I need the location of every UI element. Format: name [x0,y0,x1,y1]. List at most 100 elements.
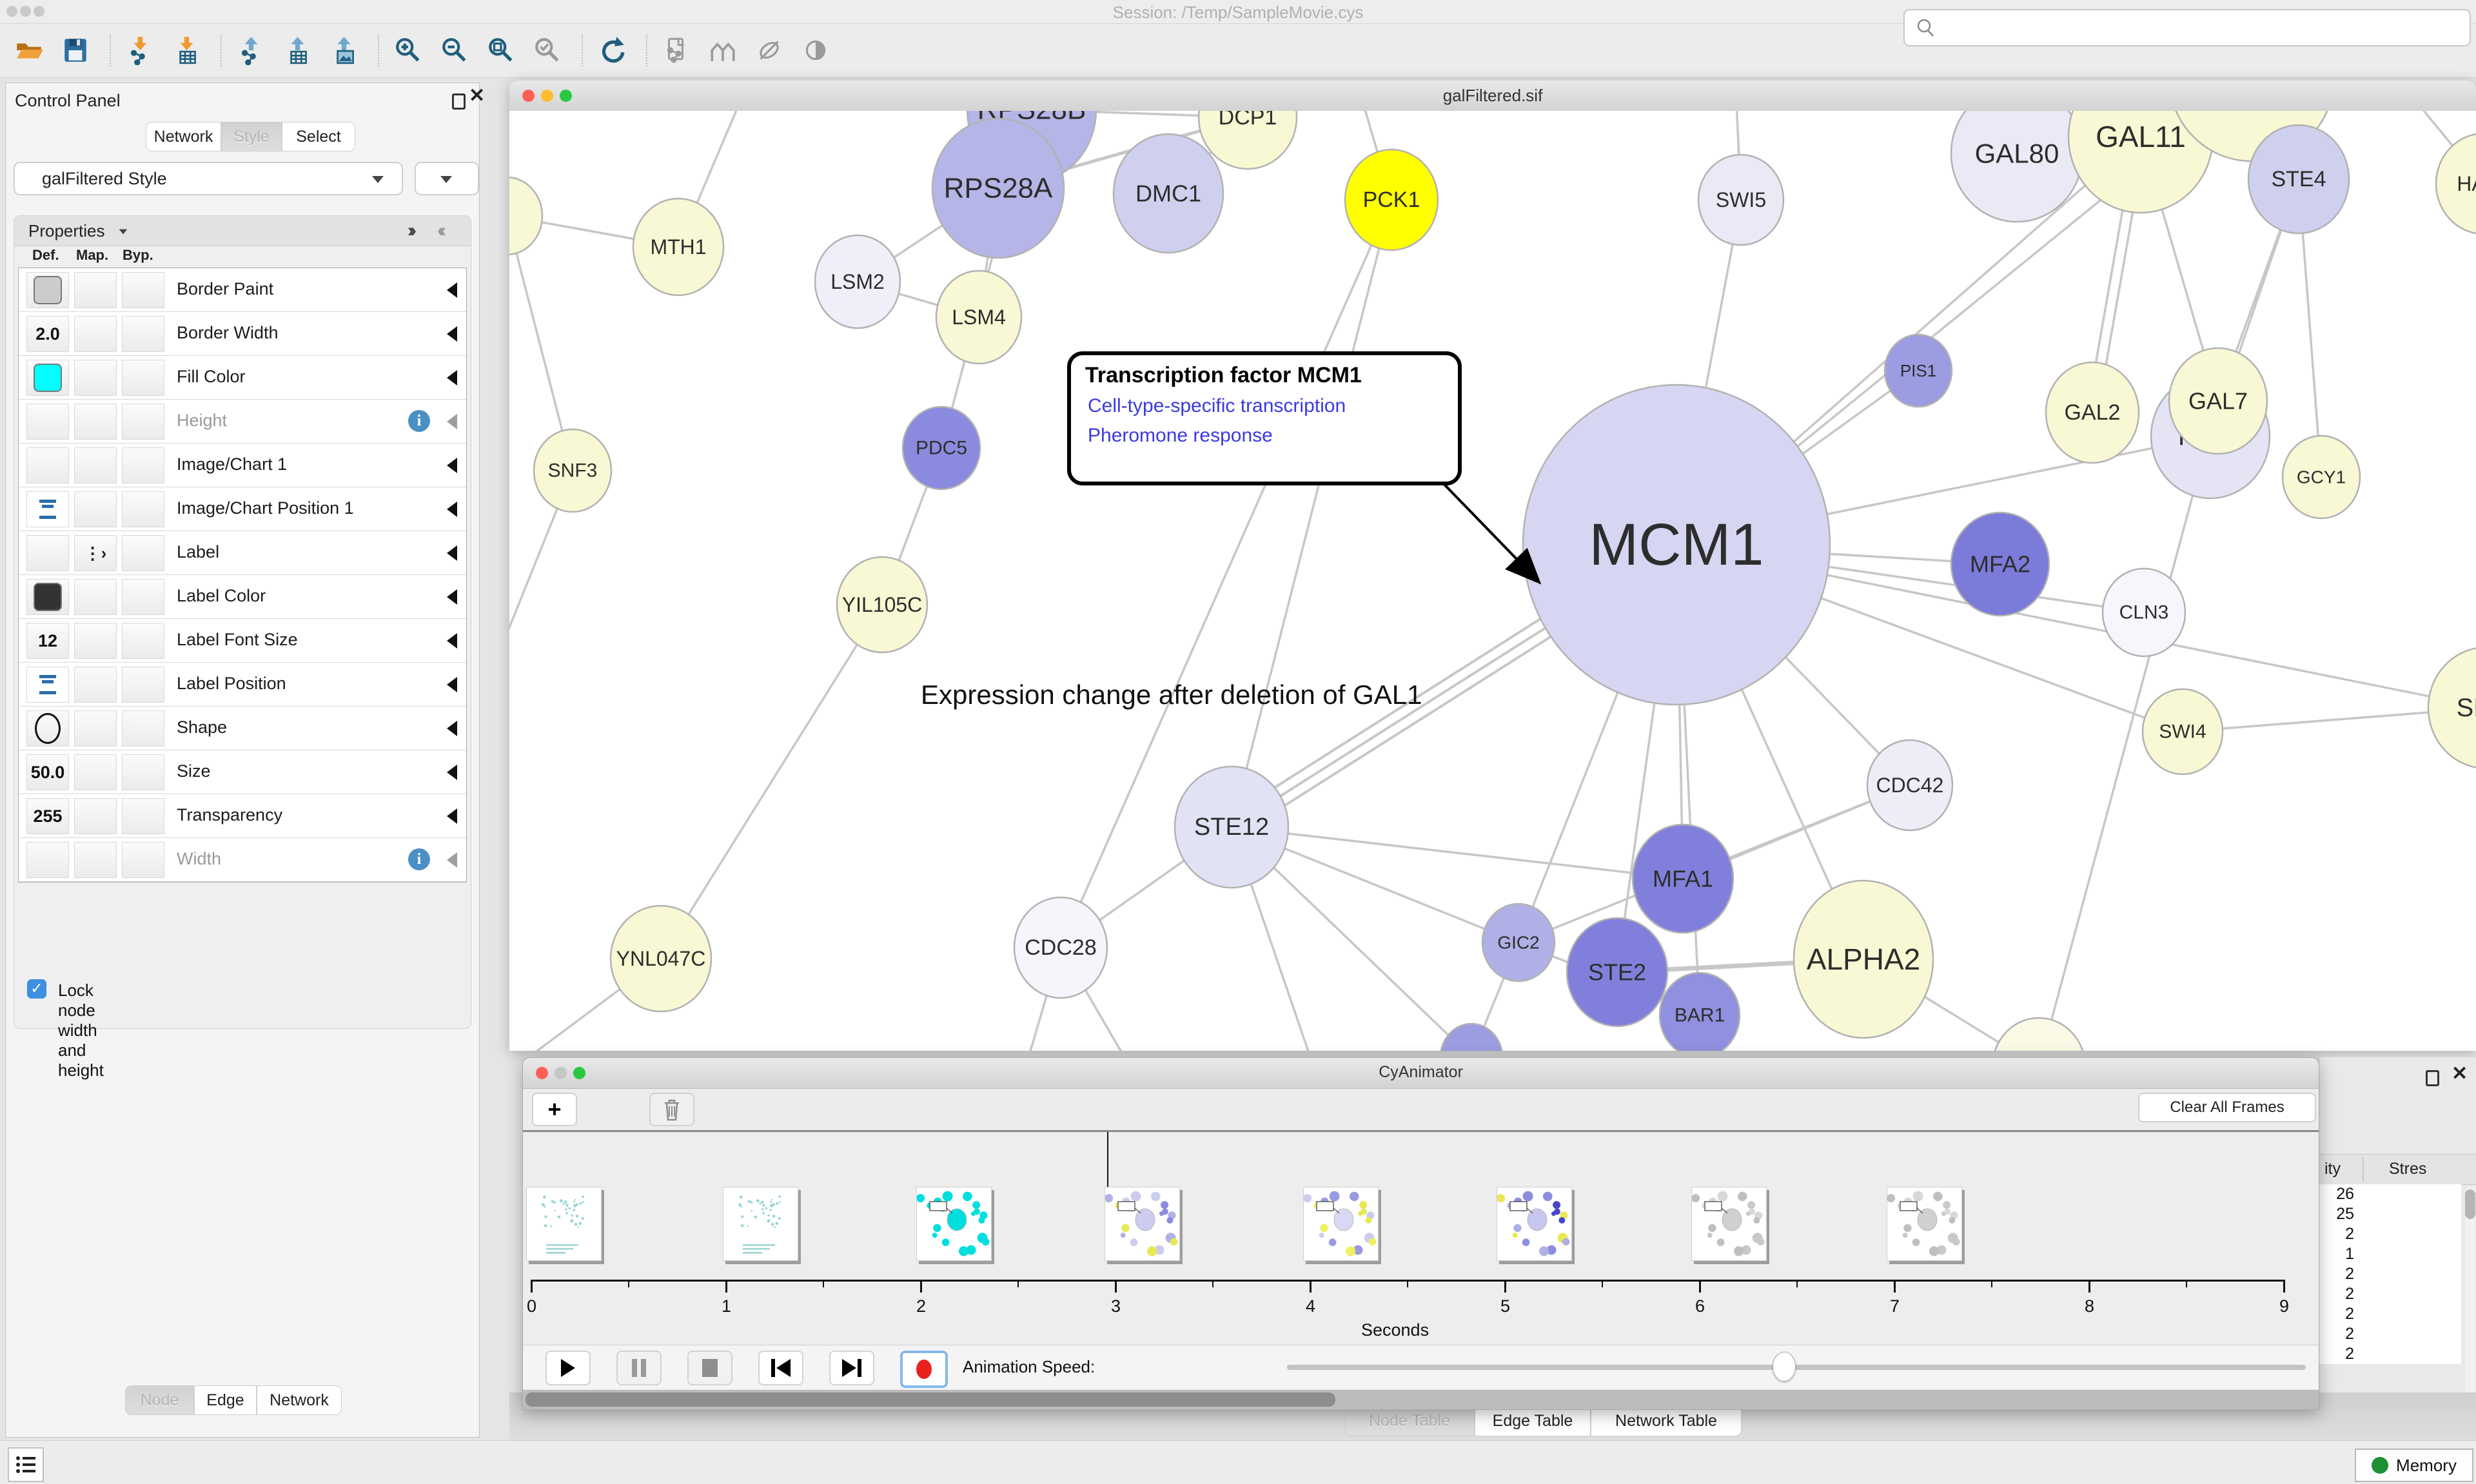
network-node-MFA2[interactable]: MFA2 [1951,513,2049,616]
mapping-cell[interactable] [74,667,117,703]
close-panel-icon[interactable]: ✕ [2451,1068,2466,1082]
frame-thumbnail-6[interactable] [1691,1187,1767,1261]
expand-row-icon[interactable] [447,765,457,780]
record-button[interactable] [900,1351,948,1388]
default-value-cell[interactable] [26,272,69,308]
network-node-bottompartial[interactable] [1440,1024,1502,1051]
table-column-ity[interactable]: ity [2324,1160,2341,1178]
next-frame-button[interactable] [829,1351,874,1385]
add-frame-button[interactable]: + [532,1093,577,1126]
network-node-MTH1[interactable]: MTH1 [633,199,723,295]
tab-network-table[interactable]: Network Table [1591,1405,1742,1436]
property-row-transparency[interactable]: 255Transparency [19,794,466,838]
network-node-CLN3[interactable]: CLN3 [2103,569,2185,656]
bypass-cell[interactable] [122,360,164,396]
zoom-fit-button[interactable] [482,32,520,69]
table-row[interactable]: 26 [2319,1184,2461,1204]
expand-row-icon[interactable] [447,808,457,824]
table-row[interactable]: 2 [2319,1324,2461,1344]
float-panel-icon[interactable] [452,93,466,108]
mapping-cell[interactable] [74,798,117,834]
default-value-cell[interactable]: 255 [26,798,69,834]
default-value-cell[interactable] [26,491,69,527]
mapping-cell[interactable] [74,272,117,308]
frame-thumbnail-2[interactable] [916,1187,992,1261]
default-value-cell[interactable]: 50.0 [26,754,69,790]
mapping-cell[interactable] [74,623,117,659]
property-row-width[interactable]: Widthi [19,838,466,882]
open-session-button[interactable] [10,32,48,69]
timeline-scrollbar-thumb[interactable] [526,1392,1335,1407]
network-node-PIS1[interactable]: PIS1 [1885,335,1952,407]
tab-select[interactable]: Select [282,122,355,151]
network-node-SWI4[interactable]: SWI4 [2143,689,2223,774]
expand-row-icon[interactable] [447,721,457,736]
frame-thumbnail-3[interactable] [1105,1187,1180,1261]
network-canvas[interactable]: RPS28BDCP1RPS28ADMC1PCK1MTH1LSM2LSM4SNF3… [509,111,2476,1051]
network-node-YNL047C[interactable]: YNL047C [611,906,711,1011]
mapping-cell[interactable] [74,754,117,790]
network-node-DMC1[interactable]: DMC1 [1114,134,1223,253]
mapping-cell[interactable] [74,316,117,352]
frame-thumbnail-1[interactable] [723,1187,798,1261]
prev-frame-button[interactable] [758,1351,803,1385]
timeline[interactable]: 0123456789 Seconds [523,1132,2319,1345]
network-node-SLT2[interactable]: SLT2 [2428,647,2476,768]
property-row-image-chart-position-1[interactable]: Image/Chart Position 1 [19,487,466,531]
tab-edge[interactable]: Edge [194,1385,257,1415]
network-node-PDC5[interactable]: PDC5 [903,407,980,489]
table-row[interactable]: 2 [2319,1264,2461,1284]
network-node-LSM4[interactable]: LSM4 [936,271,1021,364]
tab-network[interactable]: Network [257,1385,342,1415]
export-table-button[interactable] [279,32,316,69]
property-row-fill-color[interactable]: Fill Color [19,356,466,400]
search-input[interactable] [1903,9,2471,46]
table-row[interactable]: 2 [2319,1284,2461,1304]
bypass-cell[interactable] [122,667,164,703]
annotation-link-1[interactable]: Cell-type-specific transcription [1088,395,1346,417]
default-value-cell[interactable] [26,360,69,396]
expand-row-icon[interactable] [447,326,457,342]
mapping-cell[interactable] [74,360,117,396]
property-row-label-position[interactable]: Label Position [19,663,466,707]
expand-row-icon[interactable] [447,282,457,298]
property-row-shape[interactable]: Shape [19,707,466,750]
zoom-out-button[interactable] [436,32,473,69]
tab-style[interactable]: Style [221,122,282,151]
delete-frame-button[interactable] [649,1093,694,1126]
zoom-in-button[interactable] [389,32,427,69]
network-node-TUP1[interactable]: TUP1 [1992,1018,2085,1051]
mapping-cell[interactable] [74,842,117,878]
refresh-view-button[interactable] [593,32,631,69]
property-row-label-color[interactable]: Label Color [19,575,466,619]
mapping-cell[interactable] [74,447,117,483]
network-node-LSM2[interactable]: LSM2 [815,235,900,328]
network-node-GAL7[interactable]: GAL7 [2169,348,2267,454]
default-value-cell[interactable]: 12 [26,623,69,659]
network-node-CDC42[interactable]: CDC42 [1867,740,1952,830]
network-node-YIL105C[interactable]: YIL105C [837,557,927,652]
animation-speed-thumb[interactable] [1773,1352,1796,1381]
expand-row-icon[interactable] [447,633,457,649]
network-node-GAL2[interactable]: GAL2 [2046,362,2139,463]
animation-speed-slider[interactable] [1287,1365,2306,1370]
network-window-titlebar[interactable]: galFiltered.sif [509,81,2476,112]
bypass-cell[interactable] [122,491,164,527]
network-node-SWI5[interactable]: SWI5 [1698,155,1783,245]
network-node-PCK1[interactable]: PCK1 [1345,150,1438,250]
table-row[interactable]: 2 [2319,1344,2461,1364]
pause-button[interactable] [616,1351,662,1385]
default-value-cell[interactable] [26,579,69,615]
property-row-label-font-size[interactable]: 12Label Font Size [19,619,466,663]
network-node-ALPHA2[interactable]: ALPHA2 [1794,881,1933,1038]
style-selector[interactable]: galFiltered Style [14,162,403,195]
bypass-cell[interactable] [122,316,164,352]
mapping-cell[interactable]: ⋮› [74,535,117,571]
mapping-cell[interactable] [74,404,117,440]
lock-size-checkbox[interactable]: ✓ [27,979,46,999]
bypass-cell[interactable] [122,623,164,659]
annotation-link-2[interactable]: Pheromone response [1088,425,1273,447]
frame-thumbnail-5[interactable] [1497,1187,1572,1261]
expand-row-icon[interactable] [447,414,457,429]
expand-row-icon[interactable] [447,677,457,692]
